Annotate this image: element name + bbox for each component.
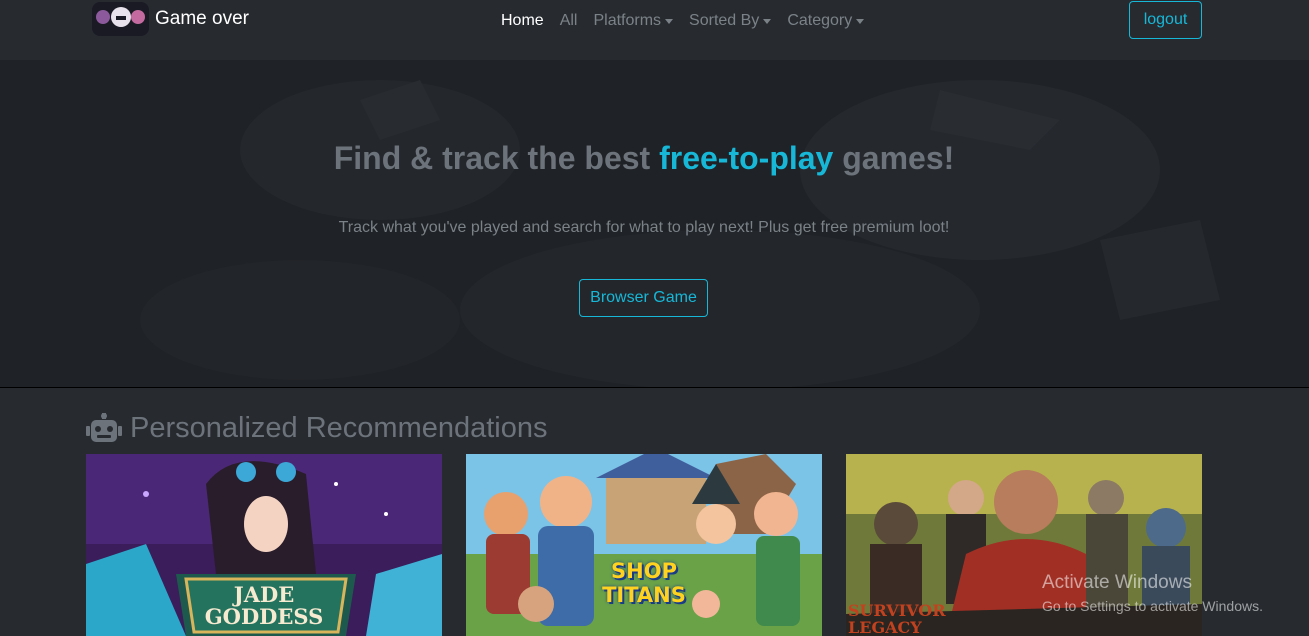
hero-title-accent: free-to-play <box>659 140 834 176</box>
caret-down-icon <box>665 18 674 24</box>
controller-face-logo <box>92 2 149 36</box>
recommendations-heading: Personalized Recommendations <box>86 412 548 445</box>
nav-category-dropdown[interactable]: Category <box>787 12 865 30</box>
top-navbar: Game over Home All Platforms Sorted By C… <box>0 0 1309 60</box>
hero-subtitle: Track what you've played and search for … <box>338 219 950 236</box>
nav-home[interactable]: Home <box>501 12 544 30</box>
nav-sorted-by-dropdown[interactable]: Sorted By <box>689 12 772 30</box>
nav-all[interactable]: All <box>560 12 578 30</box>
game-card[interactable]: JADE GODDESS <box>86 454 442 636</box>
robot-icon <box>86 412 122 442</box>
recommendations-title: Personalized Recommendations <box>130 412 548 444</box>
game-card[interactable]: SHOP TITANS <box>466 454 822 636</box>
nav-platforms-label: Platforms <box>593 12 662 29</box>
brand-link[interactable]: Game over <box>92 2 249 36</box>
game-thumbnail <box>466 454 822 636</box>
activate-windows-watermark: Activate Windows Go to Settings to activ… <box>1042 572 1263 616</box>
nav-category-label: Category <box>787 12 853 29</box>
caret-down-icon <box>763 18 772 24</box>
hero-banner: Find & track the best free-to-play games… <box>0 60 1309 388</box>
caret-down-icon <box>856 18 865 24</box>
hero-title: Find & track the best free-to-play games… <box>0 140 1288 177</box>
hero-title-prefix: Find & track the best <box>333 140 660 176</box>
main-nav: Home All Platforms Sorted By Category <box>501 10 880 32</box>
game-card-title: SURVIVOR LEGACY <box>848 601 946 636</box>
hero-title-suffix: games! <box>833 140 955 176</box>
watermark-title: Activate Windows <box>1042 572 1192 593</box>
game-card-title: SHOP TITANS <box>602 559 686 607</box>
nav-platforms-dropdown[interactable]: Platforms <box>593 12 674 30</box>
browser-game-button[interactable]: Browser Game <box>579 279 708 317</box>
brand-name: Game over <box>155 8 249 29</box>
watermark-subtitle: Go to Settings to activate Windows. <box>1042 598 1263 614</box>
game-card-title: JADE GODDESS <box>204 582 324 629</box>
nav-sorted-by-label: Sorted By <box>689 12 760 29</box>
logout-button[interactable]: logout <box>1129 1 1202 39</box>
